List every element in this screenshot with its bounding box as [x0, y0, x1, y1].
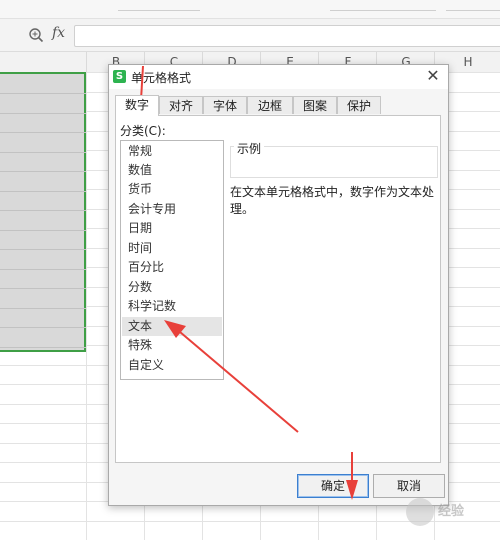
formula-input[interactable]: [74, 25, 500, 47]
category-item-general[interactable]: 常规: [122, 142, 222, 161]
selection-row-line: [0, 268, 86, 270]
category-label: 分类(C):: [120, 124, 166, 138]
selection-row-line: [0, 288, 86, 289]
category-description: 在文本单元格格式中，数字作为文本处理。: [230, 185, 435, 216]
formula-bar: fx: [0, 19, 500, 52]
tab-font[interactable]: 字体: [203, 96, 247, 114]
cancel-button[interactable]: 取消: [373, 474, 445, 498]
tab-protection[interactable]: 保护: [337, 96, 381, 114]
tab-pattern[interactable]: 图案: [293, 96, 337, 114]
watermark-logo: 经验: [406, 496, 496, 532]
watermark-badge-icon: [406, 498, 434, 526]
grid-column-line: [86, 72, 87, 540]
selection-row-line: [0, 171, 86, 172]
category-item-text[interactable]: 文本: [122, 317, 222, 336]
category-item-number[interactable]: 数值: [122, 161, 222, 180]
selection-row-line: [0, 132, 86, 133]
selection-row-line: [0, 210, 86, 211]
fx-icon[interactable]: fx: [52, 25, 65, 41]
selection-row-line: [0, 327, 86, 328]
selection-row-line: [0, 346, 86, 348]
zoom-search-icon[interactable]: [28, 27, 44, 43]
dialog-title: 单元格格式: [131, 71, 192, 85]
selection-row-line: [0, 307, 86, 309]
category-item-accounting[interactable]: 会计专用: [122, 200, 222, 219]
tab-number[interactable]: 数字: [115, 95, 159, 116]
toolbar-strip: [0, 0, 500, 19]
ok-button[interactable]: 确定: [297, 474, 369, 498]
toolbar-group: [446, 0, 500, 11]
category-item-percentage[interactable]: 百分比: [122, 258, 222, 277]
selected-range[interactable]: [0, 72, 86, 352]
sample-label: 示例: [234, 140, 265, 157]
dialog-title-bar[interactable]: S 单元格格式 ✕: [109, 65, 448, 89]
close-icon[interactable]: ✕: [424, 67, 442, 85]
category-item-time[interactable]: 时间: [122, 239, 222, 258]
selection-row-line: [0, 229, 86, 231]
number-tab-panel: 分类(C): 常规 数值 货币 会计专用 日期 时间 百分比 分数 科学记数 文…: [115, 115, 441, 463]
tab-border[interactable]: 边框: [247, 96, 293, 114]
category-item-fraction[interactable]: 分数: [122, 278, 222, 297]
category-item-special[interactable]: 特殊: [122, 336, 222, 355]
selection-row-line: [0, 93, 86, 94]
app-logo-icon: S: [113, 70, 126, 83]
selection-row-line: [0, 190, 86, 192]
category-item-scientific[interactable]: 科学记数: [122, 297, 222, 316]
selection-row-line: [0, 249, 86, 250]
category-list[interactable]: 常规 数值 货币 会计专用 日期 时间 百分比 分数 科学记数 文本 特殊 自定…: [120, 140, 224, 380]
category-item-date[interactable]: 日期: [122, 219, 222, 238]
column-header-a[interactable]: [0, 52, 86, 72]
tab-alignment[interactable]: 对齐: [159, 96, 203, 114]
selection-row-line: [0, 151, 86, 153]
toolbar-group: [118, 0, 200, 11]
category-item-custom[interactable]: 自定义: [122, 356, 222, 375]
format-cells-dialog: S 单元格格式 ✕ 数字 对齐 字体 边框 图案 保护 分类(C): 常规 数值…: [108, 64, 449, 506]
toolbar-group: [330, 0, 436, 11]
selection-row-line: [0, 112, 86, 114]
dialog-tabs: 数字 对齐 字体 边框 图案 保护: [115, 95, 441, 116]
category-item-currency[interactable]: 货币: [122, 180, 222, 199]
watermark-text: 经验: [438, 504, 465, 519]
